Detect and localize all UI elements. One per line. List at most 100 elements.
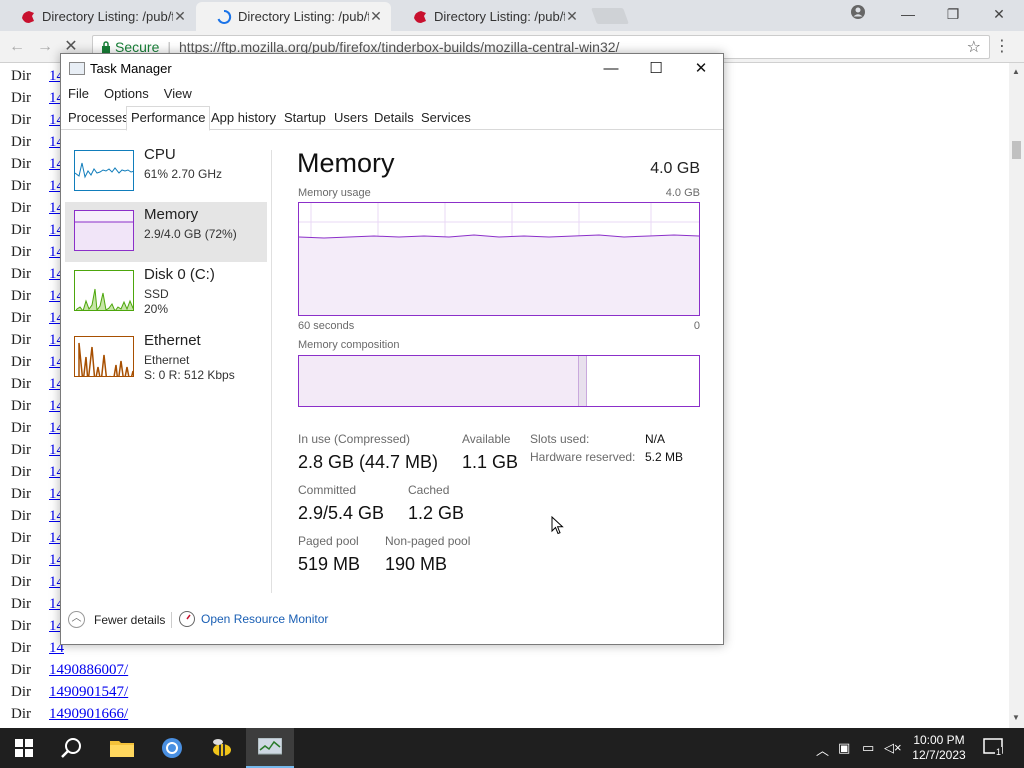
directory-link[interactable]: 1490901547/: [49, 684, 128, 706]
start-button[interactable]: [0, 728, 48, 768]
entry-type: Dir: [11, 288, 31, 304]
tab-close-icon[interactable]: ✕: [173, 8, 187, 25]
back-arrow-icon[interactable]: ←: [6, 36, 28, 58]
tab-close-icon[interactable]: ✕: [565, 8, 579, 25]
composition-modified[interactable]: [579, 356, 587, 406]
taskbar-clock[interactable]: 10:00 PM 12/7/2023: [906, 733, 972, 763]
browser-menu-icon[interactable]: ⋮: [994, 36, 1010, 56]
ethernet-mini-graph: [74, 336, 134, 377]
listing-row: Dir 1490886007/: [11, 662, 128, 684]
resource-ethernet[interactable]: Ethernet Ethernet S: 0 R: 512 Kbps: [65, 328, 267, 388]
tab-startup[interactable]: Startup: [280, 107, 330, 130]
listing-row: Dir 14: [11, 200, 64, 222]
page-scrollbar[interactable]: ▲ ▼: [1009, 63, 1024, 728]
lock-icon: [102, 41, 110, 53]
listing-row: Dir 14: [11, 354, 64, 376]
scrollbar-thumb[interactable]: [1012, 141, 1021, 159]
chrome-button[interactable]: [148, 728, 196, 768]
resource-disk[interactable]: Disk 0 (C:) SSD 20%: [65, 262, 267, 322]
tab-processes[interactable]: Processes: [64, 107, 133, 130]
listing-row: Dir 14: [11, 266, 64, 288]
search-button[interactable]: [48, 728, 96, 768]
forward-arrow-icon[interactable]: →: [34, 36, 56, 58]
file-explorer-button[interactable]: [98, 728, 146, 768]
entry-type: Dir: [11, 596, 31, 612]
listing-row: Dir 1490901666/: [11, 706, 128, 728]
resource-cpu[interactable]: CPU 61% 2.70 GHz: [65, 142, 267, 202]
menu-file[interactable]: File: [61, 83, 89, 105]
directory-link[interactable]: 1490886007/: [49, 662, 128, 684]
profile-icon[interactable]: [844, 3, 872, 25]
panel-title: Memory: [297, 148, 395, 178]
chrome-icon: [162, 738, 182, 758]
memory-composition-bar[interactable]: [298, 355, 700, 407]
entry-type: Dir: [11, 222, 31, 238]
entry-type: Dir: [11, 178, 31, 194]
resource-throughput: S: 0 R: 512 Kbps: [144, 368, 235, 382]
action-center-icon[interactable]: 1: [983, 737, 1003, 760]
tab-services[interactable]: Services: [417, 107, 475, 130]
task-manager-taskbar-button[interactable]: [246, 728, 294, 768]
scroll-up-icon[interactable]: ▲: [1012, 67, 1020, 76]
listing-row: Dir 14: [11, 552, 64, 574]
entry-type: Dir: [11, 354, 31, 370]
listing-row: Dir 14: [11, 398, 64, 420]
volume-muted-icon[interactable]: ◁×: [884, 740, 902, 756]
directory-link[interactable]: 1490901666/: [49, 706, 128, 728]
listing-row: Dir 14: [11, 486, 64, 508]
bookmark-star-icon[interactable]: ☆: [967, 37, 981, 57]
app-button-bee[interactable]: [198, 728, 246, 768]
new-tab-button[interactable]: [591, 8, 629, 24]
graph-time-left: 60 seconds: [298, 320, 355, 332]
browser-tab-1[interactable]: Directory Listing: /pub/fi ✕: [0, 2, 195, 31]
hardware-reserved-label: Hardware reserved:: [530, 450, 636, 464]
tab-users[interactable]: Users: [330, 107, 372, 130]
close-icon[interactable]: ✕: [985, 3, 1013, 25]
minimize-icon[interactable]: —: [588, 54, 634, 83]
tab-close-icon[interactable]: ✕: [369, 8, 383, 25]
resource-utilization: 20%: [144, 302, 169, 316]
entry-type: Dir: [11, 112, 31, 128]
maximize-icon[interactable]: ☐: [633, 54, 679, 83]
browser-tab-3[interactable]: Directory Listing: /pub/fi ✕: [392, 2, 587, 31]
task-manager-app-icon: [69, 62, 85, 75]
network-icon[interactable]: ▭: [862, 740, 874, 756]
composition-standby[interactable]: [587, 356, 699, 406]
menu-options[interactable]: Options: [97, 83, 149, 105]
entry-type: Dir: [11, 442, 31, 458]
listing-row: Dir 14: [11, 508, 64, 530]
entry-type: Dir: [11, 398, 31, 414]
minimize-icon[interactable]: —: [894, 3, 922, 25]
show-hidden-icons-icon[interactable]: ︿: [816, 740, 829, 759]
tab-app-history[interactable]: App history: [207, 107, 280, 130]
pane-divider[interactable]: [271, 150, 272, 593]
resource-memory[interactable]: Memory 2.9/4.0 GB (72%): [65, 202, 267, 262]
entry-type: Dir: [11, 156, 31, 172]
resource-detail: SSD: [144, 287, 169, 301]
listing-row: Dir 14: [11, 332, 64, 354]
committed-value: 2.9/5.4 GB: [298, 503, 385, 523]
composition-in-use[interactable]: [299, 356, 579, 406]
open-resource-monitor-link[interactable]: Open Resource Monitor: [179, 611, 328, 627]
non-paged-pool-value: 190 MB: [385, 554, 448, 574]
browser-tab-2[interactable]: Directory Listing: /pub/fi ✕: [196, 2, 391, 31]
hardware-reserved-value: 5.2 MB: [645, 450, 684, 464]
listing-row: Dir 14: [11, 596, 64, 618]
entry-type: Dir: [11, 684, 31, 700]
slots-used-label: Slots used:: [530, 432, 590, 446]
memory-usage-graph: [298, 202, 700, 316]
tab-performance[interactable]: Performance: [126, 106, 211, 131]
entry-type: Dir: [11, 332, 31, 348]
listing-row: Dir 14: [11, 574, 64, 596]
tab-details[interactable]: Details: [370, 107, 418, 130]
scroll-down-icon[interactable]: ▼: [1012, 713, 1020, 722]
bee-app-icon: [213, 739, 231, 756]
menu-view[interactable]: View: [157, 83, 192, 105]
tray-app-icon[interactable]: ▣: [838, 740, 850, 756]
non-paged-pool-label: Non-paged pool: [385, 534, 471, 548]
resource-detail: 61% 2.70 GHz: [144, 167, 223, 181]
restore-icon[interactable]: ❐: [939, 3, 967, 25]
fewer-details-button[interactable]: ︿ Fewer details: [68, 611, 165, 628]
task-manager-titlebar[interactable]: Task Manager — ☐ ✕: [61, 54, 723, 83]
close-icon[interactable]: ✕: [678, 54, 724, 83]
